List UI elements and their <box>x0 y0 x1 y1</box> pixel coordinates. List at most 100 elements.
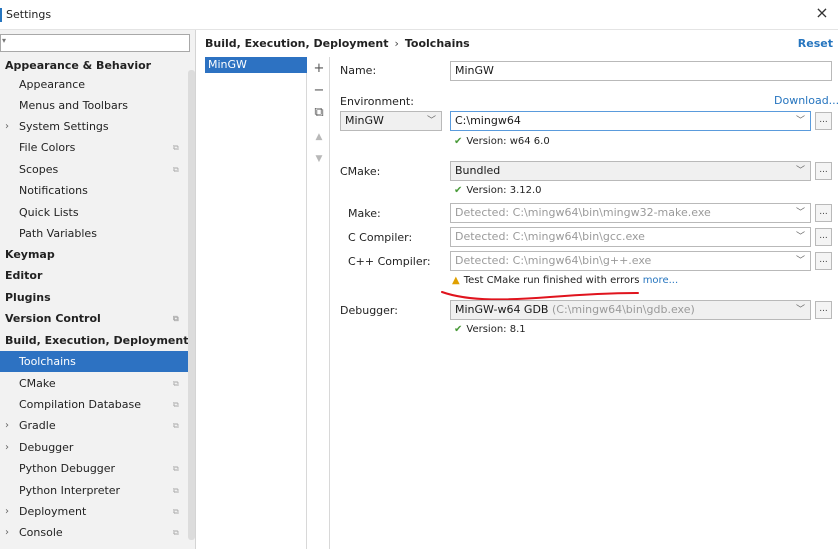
check-icon: ✔ <box>454 136 463 147</box>
add-icon[interactable]: + <box>312 62 326 76</box>
chevron-down-icon: ﹀ <box>795 305 805 315</box>
toolchain-list: MinGW <box>205 57 307 549</box>
copy-icon[interactable]: ⧉ <box>312 106 326 120</box>
cmake-browse-button[interactable]: ... <box>815 162 832 180</box>
sidebar-item-gradle[interactable]: › Gradle ⧉ <box>0 415 195 436</box>
sidebar-item-python-interpreter[interactable]: Python Interpreter ⧉ <box>0 480 195 501</box>
cmake-error-text: Test CMake run finished with errors <box>463 275 640 286</box>
sidebar-item-toolchains[interactable]: Toolchains <box>0 351 195 372</box>
name-field[interactable]: MinGW <box>450 61 832 81</box>
sidebar-item-debugger[interactable]: › Debugger <box>0 437 195 458</box>
project-scope-icon: ⧉ <box>173 379 179 388</box>
chevron-down-icon: ﹀ <box>795 208 805 218</box>
cpp-compiler-browse-button[interactable]: ... <box>815 252 832 270</box>
project-scope-icon: ⧉ <box>173 400 179 409</box>
sidebar-item-label: Deployment <box>19 505 87 518</box>
toolchain-list-item[interactable]: MinGW <box>205 57 307 73</box>
sidebar-item-compilation-database[interactable]: Compilation Database ⧉ <box>0 394 195 415</box>
sidebar-scrollbar[interactable] <box>188 70 195 540</box>
c-compiler-browse-button[interactable]: ... <box>815 228 832 246</box>
sidebar-item-keymap[interactable]: Keymap <box>0 244 195 265</box>
breadcrumb-current: Toolchains <box>404 37 470 50</box>
project-scope-icon: ⧉ <box>173 528 179 537</box>
sidebar-item-quick-lists[interactable]: Quick Lists <box>0 202 195 223</box>
sidebar-item-label: Toolchains <box>19 355 76 368</box>
sidebar-item-label: Menus and Toolbars <box>19 99 128 112</box>
chevron-right-icon[interactable]: › <box>5 116 9 137</box>
remove-icon[interactable]: − <box>312 84 326 98</box>
sidebar-item-menus-toolbars[interactable]: Menus and Toolbars <box>0 95 195 116</box>
environment-browse-button[interactable]: ... <box>815 112 832 130</box>
debugger-select[interactable]: MinGW-w64 GDB (C:\mingw64\bin\gdb.exe) ﹀ <box>450 300 811 320</box>
sidebar-item-system-settings[interactable]: › System Settings <box>0 116 195 137</box>
make-label: Make: <box>348 207 381 220</box>
sidebar-item-label: Editor <box>5 269 43 282</box>
c-compiler-field[interactable]: Detected: C:\mingw64\bin\gcc.exe ﹀ <box>450 227 811 247</box>
debugger-value: MinGW-w64 GDB <box>455 303 549 316</box>
sidebar-item-label: Appearance <box>19 78 86 91</box>
sidebar-item-label: Appearance & Behavior <box>5 59 152 72</box>
breadcrumb: Build, Execution, Deployment › Toolchains <box>205 37 470 50</box>
warning-icon: ▲ <box>452 275 460 286</box>
sidebar-item-label: Gradle <box>19 419 56 432</box>
environment-path-value: C:\mingw64 <box>455 114 521 127</box>
sidebar-item-appearance[interactable]: Appearance <box>0 74 195 95</box>
chevron-down-icon: ﹀ <box>426 116 436 126</box>
chevron-right-icon[interactable]: › <box>5 415 9 436</box>
sidebar-item-label: Version Control <box>5 312 101 325</box>
sidebar-item-label: Compilation Database <box>19 398 142 411</box>
c-compiler-label: C Compiler: <box>348 231 413 244</box>
cmake-version-text: Version: 3.12.0 <box>466 185 542 196</box>
cpp-compiler-field[interactable]: Detected: C:\mingw64\bin\g++.exe ﹀ <box>450 251 811 271</box>
sidebar-item-build-execution-deployment[interactable]: Build, Execution, Deployment <box>0 330 195 351</box>
project-scope-icon: ⧉ <box>173 314 179 323</box>
sidebar-item-version-control[interactable]: Version Control ⧉ <box>0 308 195 329</box>
sidebar-item-console[interactable]: › Console ⧉ <box>0 522 195 543</box>
chevron-right-icon[interactable]: › <box>5 437 9 458</box>
sidebar-item-label: File Colors <box>19 141 76 154</box>
sidebar-item-label: Quick Lists <box>19 206 79 219</box>
sidebar-item-appearance-behavior[interactable]: Appearance & Behavior <box>0 55 195 76</box>
cmake-value: Bundled <box>455 164 501 177</box>
check-icon: ✔ <box>454 324 463 335</box>
toolchain-toolbar: + − ⧉ ▲ ▼ <box>308 57 330 549</box>
cmake-version-status: ✔ Version: 3.12.0 <box>454 185 542 196</box>
check-icon: ✔ <box>454 185 463 196</box>
chevron-down-icon: ﹀ <box>795 116 805 126</box>
sidebar-item-plugins[interactable]: Plugins <box>0 287 195 308</box>
chevron-right-icon[interactable]: › <box>5 522 9 543</box>
move-down-icon[interactable]: ▼ <box>312 152 326 166</box>
title-accent <box>0 8 2 22</box>
sidebar-item-scopes[interactable]: Scopes ⧉ <box>0 159 195 180</box>
sidebar-item-python-debugger[interactable]: Python Debugger ⧉ <box>0 458 195 479</box>
name-label: Name: <box>340 64 377 77</box>
move-up-icon[interactable]: ▲ <box>312 130 326 144</box>
download-link[interactable]: Download... <box>774 94 838 107</box>
make-field[interactable]: Detected: C:\mingw64\bin\mingw32-make.ex… <box>450 203 811 223</box>
sidebar-item-notifications[interactable]: Notifications <box>0 180 195 201</box>
debugger-browse-button[interactable]: ... <box>815 301 832 319</box>
environment-path-field[interactable]: C:\mingw64 ﹀ <box>450 111 811 131</box>
sidebar-item-deployment[interactable]: › Deployment ⧉ <box>0 501 195 522</box>
cmake-select[interactable]: Bundled ﹀ <box>450 161 811 181</box>
breadcrumb-parent[interactable]: Build, Execution, Deployment <box>205 37 388 50</box>
make-browse-button[interactable]: ... <box>815 204 832 222</box>
sidebar-item-path-variables[interactable]: Path Variables <box>0 223 195 244</box>
reset-link[interactable]: Reset <box>798 37 833 50</box>
more-link[interactable]: more... <box>643 275 678 286</box>
sidebar-item-file-colors[interactable]: File Colors ⧉ <box>0 137 195 158</box>
chevron-right-icon[interactable]: › <box>5 501 9 522</box>
environment-label: Environment: <box>340 95 414 108</box>
search-input[interactable]: ▾ <box>0 34 190 52</box>
debugger-label: Debugger: <box>340 304 398 317</box>
project-scope-icon: ⧉ <box>173 165 179 174</box>
close-icon[interactable]: × <box>814 5 830 21</box>
sidebar-item-cmake[interactable]: CMake ⧉ <box>0 373 195 394</box>
sidebar-item-editor[interactable]: Editor <box>0 265 195 286</box>
sidebar-item-label: Plugins <box>5 291 51 304</box>
cmake-label: CMake: <box>340 165 381 178</box>
cpp-compiler-value: Detected: C:\mingw64\bin\g++.exe <box>455 254 652 267</box>
environment-type-select[interactable]: MinGW ﹀ <box>340 111 442 131</box>
environment-type-value: MinGW <box>345 114 384 127</box>
project-scope-icon: ⧉ <box>173 143 179 152</box>
